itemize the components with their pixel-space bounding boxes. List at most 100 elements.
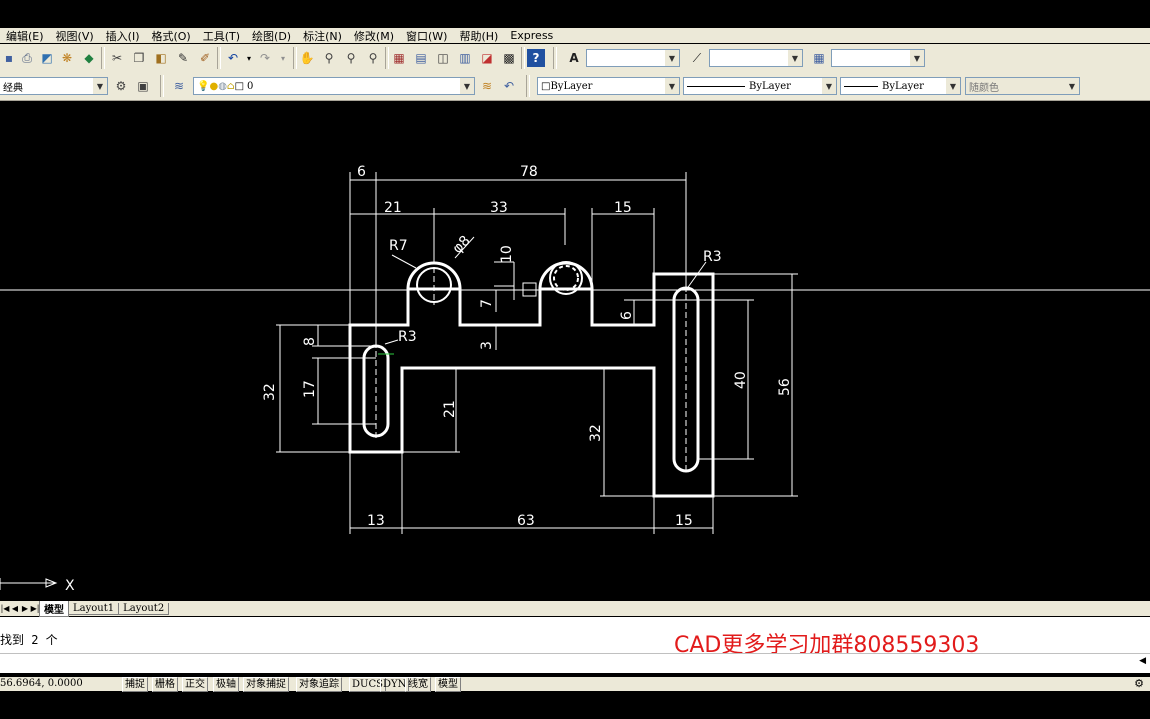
dim-8: 8 bbox=[302, 337, 318, 346]
tab-layout1[interactable]: Layout1 bbox=[68, 602, 120, 615]
workspace-settings-icon[interactable]: ⚙ bbox=[112, 77, 130, 95]
plot-preview-icon[interactable]: ◩ bbox=[38, 49, 56, 67]
drawing-svg: 6 78 21 33 15 R7 φ8 10 R3 7 6 3 8 R3 32 … bbox=[0, 164, 1150, 594]
match-properties-icon[interactable]: ✎ bbox=[174, 49, 192, 67]
dim-17: 17 bbox=[302, 380, 318, 398]
tab-model[interactable]: 模型 bbox=[39, 600, 69, 617]
calculator-icon[interactable]: ▩ bbox=[500, 49, 518, 67]
dimension-lines bbox=[0, 172, 1150, 590]
standard-toolbar: ▪ ⎙ ◩ ❋ ◆ ✂ ❐ ◧ ✎ ✐ ↶ ▾ ↷ ▾ ✋ ⚲ ⚲ ⚲ ▦ ▤ … bbox=[0, 44, 1150, 74]
lineweight-sample bbox=[844, 85, 878, 87]
markup-icon[interactable]: ◪ bbox=[478, 49, 496, 67]
menu-window[interactable]: 窗口(W) bbox=[400, 28, 453, 44]
menu-dimension[interactable]: 标注(N) bbox=[297, 28, 348, 44]
design-center-icon[interactable]: ▤ bbox=[412, 49, 430, 67]
snap-toggle[interactable]: 捕捉 bbox=[122, 677, 148, 692]
menu-view[interactable]: 视图(V) bbox=[50, 28, 100, 44]
layers-properties-toolbar: 经典 ▼ ⚙ ▣ ≋ 💡 ● ◍ ⌂ □ 0 ▼ ≋ ↶ □ ByLayer ▼… bbox=[0, 73, 1150, 101]
copy-icon[interactable]: ❐ bbox=[130, 49, 148, 67]
command-input[interactable]: ◀ bbox=[0, 653, 1150, 672]
block-editor-icon[interactable]: ✐ bbox=[196, 49, 214, 67]
separator bbox=[217, 47, 221, 69]
menu-edit[interactable]: 编辑(E) bbox=[0, 28, 50, 44]
separator bbox=[160, 75, 164, 97]
color-swatch-icon: □ bbox=[234, 80, 245, 92]
make-current-icon[interactable]: ≋ bbox=[478, 77, 496, 95]
menu-format[interactable]: 格式(O) bbox=[145, 28, 196, 44]
layer-properties-icon[interactable]: ≋ bbox=[170, 77, 188, 95]
command-window: 找到 2 个 CAD更多学习加群808559303 ◀ bbox=[0, 617, 1150, 673]
dim-style-select[interactable]: ▼ bbox=[709, 49, 803, 67]
zoom-window-icon[interactable]: ⚲ bbox=[342, 49, 360, 67]
grid-toggle[interactable]: 栅格 bbox=[152, 677, 178, 692]
menu-tools[interactable]: 工具(T) bbox=[197, 28, 246, 44]
separator bbox=[521, 47, 525, 69]
dim-6-mid: 6 bbox=[619, 311, 635, 320]
table-style-select[interactable]: ▼ bbox=[831, 49, 925, 67]
dim-r3-left: R3 bbox=[398, 329, 417, 345]
ucs-x-label: X bbox=[65, 578, 75, 594]
scroll-left-icon[interactable]: ◀ bbox=[1139, 656, 1146, 666]
bottom-letterbox bbox=[0, 692, 1150, 719]
chevron-down-icon: ▼ bbox=[1065, 78, 1079, 94]
lineweight-toggle[interactable]: 线宽 bbox=[405, 677, 431, 692]
layer-select[interactable]: 💡 ● ◍ ⌂ □ 0 ▼ bbox=[193, 77, 475, 95]
dim-33: 33 bbox=[490, 200, 508, 216]
drawing-canvas[interactable]: 6 78 21 33 15 R7 φ8 10 R3 7 6 3 8 R3 32 … bbox=[0, 101, 1150, 601]
zoom-realtime-icon[interactable]: ⚲ bbox=[320, 49, 338, 67]
layer-previous-icon[interactable]: ↶ bbox=[500, 77, 518, 95]
separator bbox=[385, 47, 389, 69]
otrack-toggle[interactable]: 对象追踪 bbox=[296, 677, 342, 692]
properties-icon[interactable]: ▦ bbox=[390, 49, 408, 67]
text-style-icon[interactable]: A bbox=[565, 49, 583, 67]
polar-toggle[interactable]: 极轴 bbox=[213, 677, 239, 692]
part-outline bbox=[348, 261, 715, 498]
pan-icon[interactable]: ✋ bbox=[298, 49, 316, 67]
menu-modify[interactable]: 修改(M) bbox=[348, 28, 400, 44]
save-icon[interactable]: ▪ bbox=[0, 49, 18, 67]
viewport-freeze-icon: ◍ bbox=[218, 80, 227, 92]
redo-icon[interactable]: ↷ bbox=[256, 49, 274, 67]
3dprint-icon[interactable]: ◆ bbox=[80, 49, 98, 67]
publish-icon[interactable]: ❋ bbox=[58, 49, 76, 67]
zoom-previous-icon[interactable]: ⚲ bbox=[364, 49, 382, 67]
dim-6-top: 6 bbox=[357, 164, 366, 180]
color-select[interactable]: □ ByLayer ▼ bbox=[537, 77, 680, 95]
menu-draw[interactable]: 绘图(D) bbox=[246, 28, 297, 44]
tray-settings-icon[interactable]: ⚙ bbox=[1134, 677, 1144, 690]
plot-icon[interactable]: ⎙ bbox=[18, 49, 36, 67]
first-tab-icon[interactable]: |◀ bbox=[0, 604, 10, 613]
holes bbox=[416, 261, 583, 303]
color-value: ByLayer bbox=[550, 80, 593, 92]
model-toggle[interactable]: 模型 bbox=[435, 677, 461, 692]
paste-icon[interactable]: ◧ bbox=[152, 49, 170, 67]
cut-icon[interactable]: ✂ bbox=[108, 49, 126, 67]
menu-express[interactable]: Express bbox=[504, 29, 559, 42]
workspace-save-icon[interactable]: ▣ bbox=[134, 77, 152, 95]
tab-layout2[interactable]: Layout2 bbox=[118, 602, 170, 615]
lineweight-select[interactable]: ByLayer ▼ bbox=[840, 77, 961, 95]
workspace-select[interactable]: 经典 ▼ bbox=[0, 77, 108, 95]
dim-10: 10 bbox=[499, 245, 515, 263]
help-icon[interactable]: ? bbox=[527, 49, 545, 67]
ortho-toggle[interactable]: 正交 bbox=[182, 677, 208, 692]
workspace-label: 经典 bbox=[3, 82, 23, 94]
dim-r3-right: R3 bbox=[703, 249, 722, 265]
menu-help[interactable]: 帮助(H) bbox=[453, 28, 504, 44]
menu-insert[interactable]: 插入(I) bbox=[100, 28, 146, 44]
table-style-icon[interactable]: ▦ bbox=[810, 49, 828, 67]
redo-dropdown-icon[interactable]: ▾ bbox=[274, 49, 292, 67]
linetype-sample bbox=[687, 85, 745, 87]
linetype-select[interactable]: ByLayer ▼ bbox=[683, 77, 837, 95]
prev-tab-icon[interactable]: ◀ bbox=[10, 604, 20, 613]
plotstyle-select[interactable]: 随颜色 ▼ bbox=[965, 77, 1080, 95]
sheet-set-icon[interactable]: ▥ bbox=[456, 49, 474, 67]
tool-palettes-icon[interactable]: ◫ bbox=[434, 49, 452, 67]
dim-3: 3 bbox=[479, 341, 495, 350]
command-history-line: 找到 2 个 bbox=[0, 633, 58, 647]
text-style-select[interactable]: ▼ bbox=[586, 49, 680, 67]
osnap-toggle[interactable]: 对象捕捉 bbox=[243, 677, 289, 692]
dim-style-icon[interactable]: ⟋ bbox=[688, 49, 706, 67]
next-tab-icon[interactable]: ▶ bbox=[20, 604, 30, 613]
chevron-down-icon: ▼ bbox=[946, 78, 960, 94]
